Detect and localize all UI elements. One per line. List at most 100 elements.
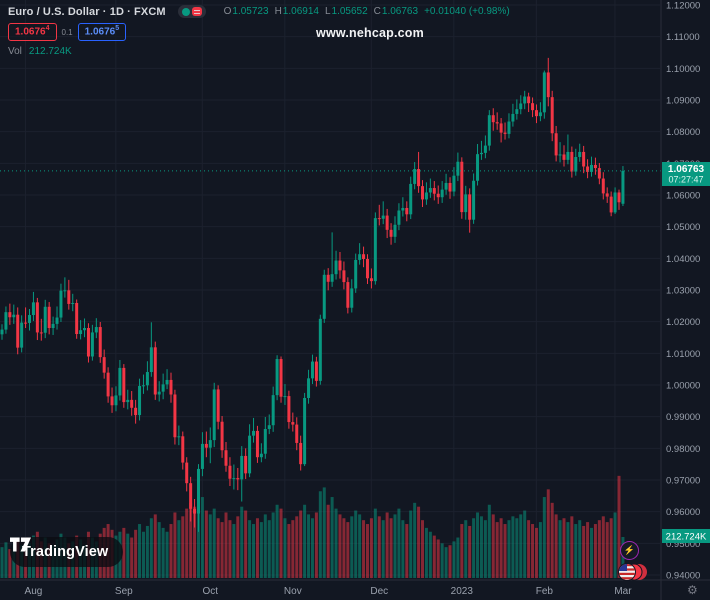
volume-bar: [1, 547, 4, 578]
price-chart[interactable]: 1.120001.110001.100001.090001.080001.070…: [0, 0, 710, 600]
candle-body: [594, 165, 597, 168]
volume-bar: [527, 520, 530, 578]
chart-background: [0, 0, 710, 600]
candle-body: [276, 359, 279, 395]
candle-body: [111, 396, 114, 405]
open-label: O: [224, 6, 232, 17]
candle-body: [504, 133, 507, 134]
earnings-event-icon[interactable]: ⚡: [620, 541, 639, 560]
candle-body: [99, 327, 102, 357]
sell-menu-icon: [192, 7, 202, 16]
volume-value: 212.724K: [29, 46, 72, 57]
candle-body: [523, 97, 526, 104]
time-tick-label: Dec: [370, 586, 388, 597]
volume-bar: [378, 516, 381, 578]
candle-body: [146, 372, 149, 385]
quick-trade-toggle[interactable]: [178, 5, 206, 18]
chart-legend: Euro / U.S. Dollar · 1D · FXCM O1.05723 …: [8, 4, 510, 57]
volume-bar: [566, 522, 569, 578]
volume-label: Vol: [8, 46, 22, 57]
price-tick-label: 1.08000: [666, 127, 700, 138]
candle-body: [574, 157, 577, 172]
timezone-settings-gear-icon[interactable]: ⚙: [687, 583, 698, 597]
volume-bar: [468, 526, 471, 578]
candle-body: [12, 315, 15, 318]
candle-body: [405, 208, 408, 214]
volume-bar: [295, 516, 298, 578]
volume-bar: [307, 514, 310, 578]
candle-body: [621, 171, 624, 204]
candle-body: [291, 422, 294, 425]
buy-price-button[interactable]: 1.06765: [78, 23, 127, 40]
candle-body: [535, 110, 538, 116]
volume-bar: [417, 507, 420, 578]
volume-bar: [598, 520, 601, 578]
candle-body: [205, 444, 208, 448]
tradingview-logo[interactable]: TradingView: [10, 537, 123, 567]
candle-body: [244, 456, 247, 473]
candle-body: [421, 186, 424, 199]
tradingview-logo-text: TradingView: [22, 544, 108, 560]
candle-body: [63, 290, 66, 291]
volume-bar: [134, 530, 137, 578]
candle-body: [456, 162, 459, 176]
volume-bar: [547, 489, 550, 578]
ohlc-values: O1.05723 H1.06914 L1.05652 C1.06763 +0.0…: [218, 6, 510, 17]
price-tick-label: 0.94000: [666, 571, 700, 582]
volume-bar: [370, 518, 373, 578]
candle-body: [618, 192, 621, 202]
candle-body: [496, 122, 499, 123]
volume-bar: [256, 518, 259, 578]
candle-body: [122, 368, 125, 402]
volume-bar: [358, 514, 361, 578]
open-value: 1.05723: [232, 6, 268, 17]
candle-body: [543, 72, 546, 112]
symbol-title[interactable]: Euro / U.S. Dollar · 1D · FXCM: [8, 6, 166, 18]
price-tick-label: 1.12000: [666, 1, 700, 12]
candle-body: [354, 260, 357, 289]
candle-body: [118, 368, 121, 396]
candle-body: [36, 302, 39, 332]
volume-bar: [535, 528, 538, 578]
candle-body: [280, 359, 283, 397]
candle-body: [417, 169, 420, 186]
candle-body: [197, 469, 200, 514]
candle-body: [287, 396, 290, 422]
candle-body: [256, 431, 259, 457]
volume-bar: [315, 512, 318, 578]
volume-bar: [244, 511, 247, 578]
candle-body: [240, 456, 243, 479]
current-price-value: 1.06763: [668, 164, 705, 175]
tradingview-logo-icon: [10, 537, 31, 552]
volume-bar: [217, 518, 220, 578]
candle-body: [327, 275, 330, 282]
volume-indicator-legend: Vol 212.724K: [8, 46, 510, 57]
volume-bar: [382, 520, 385, 578]
volume-axis-badge: 212.724K: [662, 529, 710, 543]
price-tick-label: 1.00000: [666, 381, 700, 392]
volume-bar: [299, 511, 302, 578]
volume-bar: [492, 514, 495, 578]
candle-body: [582, 152, 585, 167]
volume-bar: [335, 509, 338, 578]
candle-body: [248, 436, 251, 474]
volume-bar: [169, 524, 172, 578]
price-tick-label: 1.06000: [666, 191, 700, 202]
candle-body: [138, 386, 141, 415]
volume-bar: [504, 524, 507, 578]
economic-events-us-flag-icon[interactable]: [618, 563, 648, 581]
volume-bar: [264, 514, 267, 578]
volume-bar: [240, 507, 243, 578]
candle-body: [378, 218, 381, 219]
volume-bar: [413, 503, 416, 578]
volume-bar: [594, 524, 597, 578]
candle-body: [464, 194, 467, 212]
volume-bar: [185, 509, 188, 578]
candle-body: [44, 307, 47, 333]
volume-bar: [590, 528, 593, 578]
volume-bar: [405, 524, 408, 578]
volume-bar: [283, 518, 286, 578]
candle-body: [75, 303, 78, 334]
sell-price-button[interactable]: 1.06764: [8, 23, 57, 40]
candle-body: [107, 373, 110, 397]
